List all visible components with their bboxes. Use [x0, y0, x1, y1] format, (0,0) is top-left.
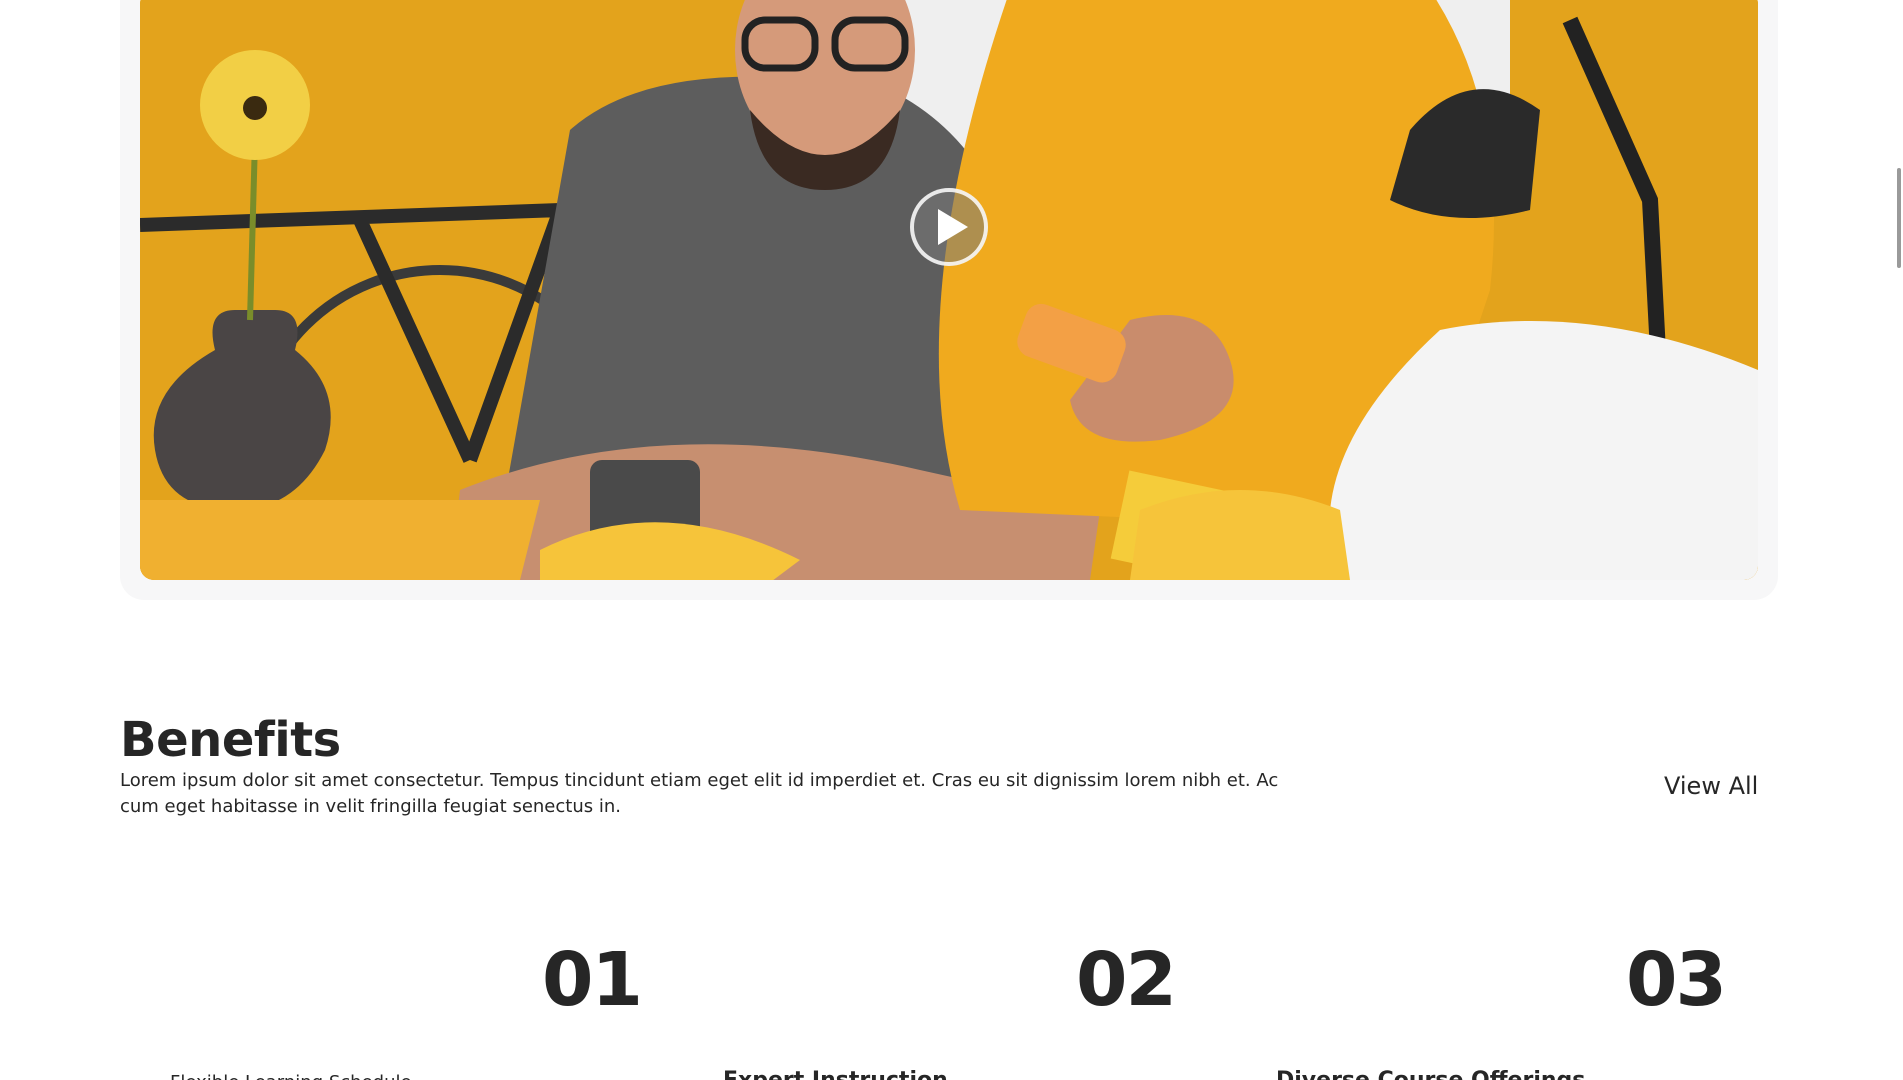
benefit-number: 01 — [542, 937, 643, 1023]
page: Benefits Lorem ipsum dolor sit amet cons… — [0, 0, 1903, 1080]
video-thumbnail[interactable] — [140, 0, 1758, 580]
benefit-number: 03 — [1626, 937, 1727, 1023]
benefit-number: 02 — [1076, 937, 1177, 1023]
play-icon — [938, 209, 968, 245]
video-card — [120, 0, 1778, 600]
benefit-title: Flexible Learning Schedule — [170, 1072, 412, 1080]
benefits-description: Lorem ipsum dolor sit amet consectetur. … — [120, 770, 1279, 817]
benefits-heading: Benefits — [120, 712, 341, 768]
play-button[interactable] — [910, 188, 988, 266]
benefit-title: Diverse Course Offerings — [1276, 1068, 1585, 1080]
video-thumbnail-image — [140, 0, 1758, 580]
scrollbar-thumb[interactable] — [1897, 168, 1901, 268]
view-all-link[interactable]: View All — [1664, 772, 1758, 800]
scrollbar[interactable] — [1891, 0, 1903, 1080]
benefit-title: Expert Instruction — [723, 1068, 948, 1080]
